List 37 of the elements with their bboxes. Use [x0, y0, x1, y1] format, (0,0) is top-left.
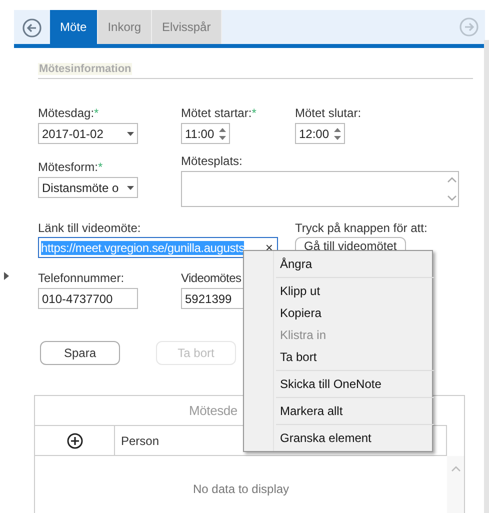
time-spinner[interactable]: 11:00: [181, 123, 230, 144]
table-title: Mötesde: [189, 402, 238, 420]
scroll-up-icon[interactable]: [450, 466, 460, 472]
table-scrollbar[interactable]: [447, 456, 464, 513]
place-textarea[interactable]: [181, 171, 459, 207]
menu-item[interactable]: Granska element: [246, 427, 434, 449]
add-icon[interactable]: [66, 432, 82, 448]
menu-item[interactable]: Kopiera: [246, 302, 434, 324]
menu-item[interactable]: Markera allt: [246, 400, 434, 422]
menu-item[interactable]: Ta bort: [246, 346, 434, 368]
save-button[interactable]: Spara: [40, 341, 120, 365]
caret-icon: [127, 186, 134, 190]
scrollbar[interactable]: [484, 40, 489, 513]
expand-arrow-icon[interactable]: [4, 272, 9, 280]
spinner-icon: [334, 126, 341, 140]
tab[interactable]: Möte: [50, 10, 98, 44]
video-id-field[interactable]: 5921399: [181, 288, 245, 309]
field-label: Länk till videomöte:: [38, 220, 142, 236]
section-title: Mötesinformation: [38, 63, 132, 75]
menu-item[interactable]: Klipp ut: [246, 280, 434, 302]
field-label: Tryck på knappen för att:: [295, 220, 428, 236]
time-spinner[interactable]: 12:00: [295, 123, 345, 144]
phone-field[interactable]: 010-4737700: [38, 288, 138, 309]
empty-message: No data to display: [192, 480, 290, 498]
field-label: Mötet slutar:: [295, 105, 362, 121]
field-label: Mötesdag:*: [38, 105, 100, 121]
menu-item[interactable]: Skicka till OneNote: [246, 373, 434, 395]
field-label: Videomötes: [181, 270, 242, 286]
column-header[interactable]: Person: [115, 426, 166, 455]
field-label: Mötesform:*: [38, 159, 104, 175]
caret-icon: [127, 132, 134, 136]
field-label: Telefonnummer:: [38, 270, 126, 286]
spinner-icon: [219, 126, 226, 140]
date-dropdown[interactable]: 2017-01-02: [38, 123, 138, 144]
field-label: Mötet startar:*: [181, 105, 258, 121]
field-label: Mötesplats:: [181, 153, 244, 169]
form-dropdown[interactable]: Distansmöte o: [38, 177, 138, 198]
